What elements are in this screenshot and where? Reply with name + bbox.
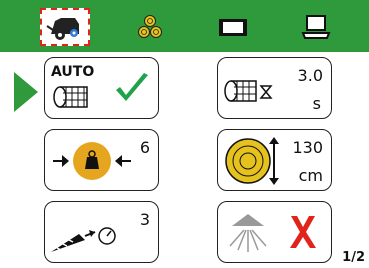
knife-pressure-icon	[51, 227, 116, 252]
film-time-tile[interactable]: 3.0 s	[217, 57, 332, 119]
density-tile[interactable]: 6	[44, 129, 159, 191]
bale-diameter-icon	[225, 137, 279, 185]
diameter-unit: cm	[298, 166, 323, 185]
film-roll-icon	[53, 86, 88, 108]
tab-film[interactable]	[213, 8, 253, 46]
knife-tile[interactable]: 3	[44, 201, 159, 263]
tab-bales[interactable]	[130, 8, 170, 46]
density-icon	[53, 142, 131, 180]
film-timer-icon	[224, 80, 273, 102]
film-time-value: 3.0	[297, 66, 323, 85]
knife-value: 3	[139, 210, 150, 229]
terminal-icon	[301, 15, 331, 39]
cross-icon	[290, 216, 316, 248]
baler-icon	[46, 18, 79, 40]
diameter-tile[interactable]: 130 cm	[217, 129, 332, 191]
auto-label: AUTO	[51, 64, 95, 80]
diameter-value: 130	[292, 138, 323, 157]
spray-icon	[229, 214, 267, 252]
density-value: 6	[139, 138, 150, 157]
tab-terminal[interactable]	[296, 8, 336, 46]
check-icon	[116, 73, 148, 101]
spray-tile[interactable]	[217, 201, 332, 263]
tab-baler[interactable]	[40, 8, 90, 46]
selection-arrow	[14, 72, 38, 112]
auto-wrap-tile[interactable]: AUTO	[44, 57, 159, 119]
page-indicator: 1/2	[342, 250, 365, 265]
bales-icon	[138, 15, 162, 38]
film-time-unit: s	[312, 94, 321, 113]
film-icon	[219, 19, 247, 36]
